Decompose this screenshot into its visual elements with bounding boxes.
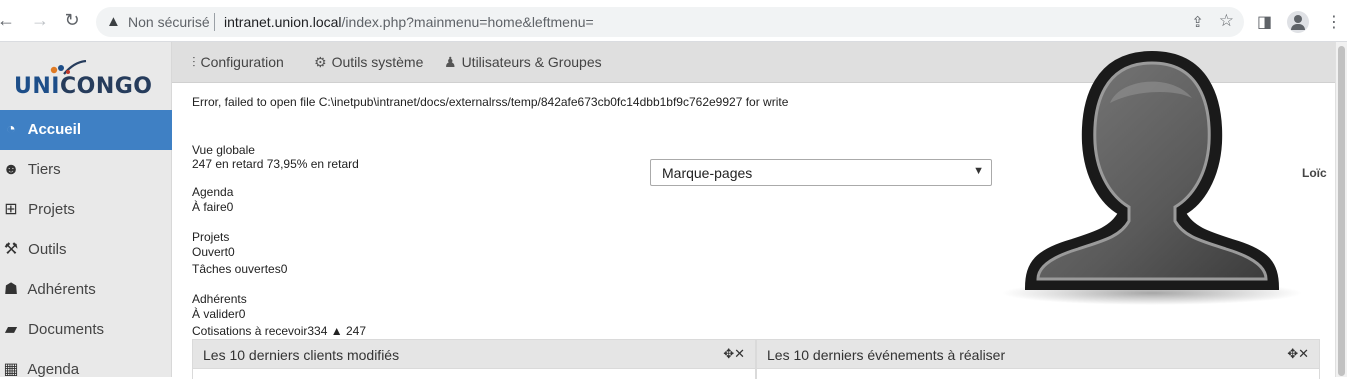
username-label[interactable]: Loïc <box>1302 166 1327 180</box>
url-path: /index.php?mainmenu=home&leftmenu= <box>341 14 594 30</box>
main-content: Error, failed to open file C:\inetpub\in… <box>172 50 1335 379</box>
sidebar-item-agenda[interactable]: ▦ Agenda <box>0 350 172 390</box>
profile-icon[interactable] <box>1287 11 1309 33</box>
adherents-cotisations[interactable]: Cotisations à recevoir334 ▲ 247 <box>192 324 366 338</box>
calendar-icon: ▦ <box>3 361 19 378</box>
gear-icon: ⚙ <box>314 54 327 70</box>
topmenu-utilisateurs[interactable]: ♟ Utilisateurs & Groupes <box>444 54 602 71</box>
box-last-clients-body <box>192 369 756 379</box>
logo-text-part2: CONGO <box>59 74 153 99</box>
adherents-to-validate[interactable]: À valider0 <box>192 307 245 321</box>
agenda-todo[interactable]: À faire0 <box>192 200 233 214</box>
sidebar-item-label: Documents <box>28 321 105 338</box>
bookmarks-select[interactable]: Marque-pages ▼ <box>650 159 992 186</box>
member-icon: ☗ <box>3 281 19 298</box>
box-last-clients-title: Les 10 derniers clients modifiés <box>203 347 400 363</box>
warning-icon: ▲ <box>330 324 343 338</box>
box-last-clients-header: Les 10 derniers clients modifiés ✥✕ <box>192 339 756 369</box>
adherents-title: Adhérents <box>192 292 247 306</box>
address-bar[interactable]: ▲ Non sécurisé intranet.union.local/inde… <box>96 7 1244 37</box>
move-close-icon[interactable]: ✥✕ <box>723 346 745 362</box>
sidebar-item-documents[interactable]: ▰ Documents <box>0 310 172 350</box>
topmenu-configuration-label: Configuration <box>200 54 284 70</box>
user-avatar-icon[interactable] <box>1002 43 1302 308</box>
move-close-icon[interactable]: ✥✕ <box>1287 346 1309 362</box>
error-message: Error, failed to open file C:\inetpub\in… <box>192 95 789 109</box>
sidebar-item-label: Agenda <box>27 361 80 378</box>
gauge-icon: ◔ <box>6 121 16 138</box>
projets-title: Projets <box>192 230 230 244</box>
topmenu-outils-systeme[interactable]: ⚙ Outils système <box>314 54 423 71</box>
projets-tasks-open[interactable]: Tâches ouvertes0 <box>192 262 287 276</box>
cotisations-late-count: 247 <box>345 324 367 338</box>
forward-icon[interactable]: → <box>30 10 50 30</box>
topmenu-outils-label: Outils système <box>331 54 424 70</box>
box-last-events-title: Les 10 derniers événements à réaliser <box>767 347 1006 363</box>
side-panel-icon[interactable]: ◨ <box>1257 12 1272 32</box>
url-host: intranet.union.local <box>224 14 342 30</box>
vue-globale-stats[interactable]: 247 en retard 73,95% en retard <box>192 157 359 171</box>
sidebar-item-outils[interactable]: ⚒ Outils <box>0 230 172 270</box>
logo-text: UNICONGO <box>14 74 153 99</box>
sidebar-item-label: Accueil <box>27 121 81 138</box>
sidebar-item-label: Projets <box>28 201 75 218</box>
sidebar-item-adherents[interactable]: ☗ Adhérents <box>0 270 172 310</box>
sidebar-item-projets[interactable]: ⊞ Projets <box>0 190 172 230</box>
topmenu-utilisateurs-label: Utilisateurs & Groupes <box>461 54 602 70</box>
share-icon[interactable]: ⇪ <box>1191 13 1204 31</box>
browser-toolbar: ← → ↻ ▲ Non sécurisé intranet.union.loca… <box>0 0 1347 42</box>
chevron-down-icon: ▼ <box>973 165 984 177</box>
bookmarks-selected-value: Marque-pages <box>662 165 753 181</box>
tools-icon: ⚒ <box>3 241 19 258</box>
warning-icon[interactable]: ▲ <box>106 13 121 30</box>
reload-icon[interactable]: ↻ <box>62 10 82 30</box>
sidebar-item-accueil[interactable]: ◔ Accueil <box>0 110 172 150</box>
box-last-events-header: Les 10 derniers événements à réaliser ✥✕ <box>756 339 1320 369</box>
sidebar-item-label: Outils <box>28 241 67 258</box>
insecure-label[interactable]: Non sécurisé <box>128 14 210 30</box>
left-sidebar: UNICONGO ◔ Accueil ☻ Tiers ⊞ Projets ⚒ O… <box>0 42 172 378</box>
url-text[interactable]: intranet.union.local/index.php?mainmenu=… <box>224 14 594 30</box>
scrollbar-thumb[interactable] <box>1338 46 1345 376</box>
back-icon[interactable]: ← <box>0 10 16 30</box>
vue-globale-title: Vue globale <box>192 143 255 157</box>
box-last-events-body <box>756 369 1320 379</box>
sidebar-item-label: Tiers <box>27 161 61 178</box>
projets-open[interactable]: Ouvert0 <box>192 245 235 259</box>
page-scrollbar[interactable] <box>1335 42 1347 377</box>
folder-open-icon: ▰ <box>4 321 18 338</box>
logo-text-part1: UNI <box>14 74 60 99</box>
sidebar-item-label: Adhérents <box>27 281 96 298</box>
users-icon: ☻ <box>2 161 20 178</box>
topmenu-configuration[interactable]: ⫶ Configuration <box>192 54 284 71</box>
dashboard-boxes: Les 10 derniers clients modifiés ✥✕ Les … <box>192 339 1320 379</box>
sidebar-item-tiers[interactable]: ☻ Tiers <box>0 150 172 190</box>
star-icon[interactable]: ☆ <box>1219 11 1234 31</box>
sliders-icon: ⫶ <box>192 54 196 70</box>
kebab-menu-icon[interactable]: ⋮ <box>1326 12 1342 32</box>
sitemap-icon: ⊞ <box>4 201 18 218</box>
cotisations-label: Cotisations à recevoir334 <box>192 324 328 338</box>
user-tie-icon: ♟ <box>444 54 457 70</box>
omnibox-separator <box>214 13 215 31</box>
agenda-title: Agenda <box>192 185 234 199</box>
